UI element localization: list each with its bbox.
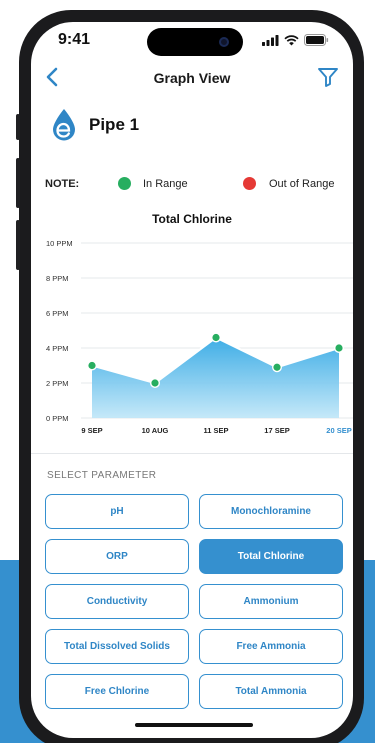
pipe-title: Pipe 1 (89, 115, 140, 134)
home-indicator[interactable] (135, 723, 253, 727)
water-drop-logo-icon (53, 109, 75, 141)
battery-icon (304, 34, 329, 46)
param-button-ammonium[interactable]: Ammonium (199, 584, 343, 619)
signal-icon (262, 34, 279, 46)
wifi-icon (284, 34, 299, 45)
phone-volume-down (16, 220, 20, 270)
pipe-header: Pipe 1 (51, 108, 139, 142)
dynamic-island (147, 28, 243, 56)
status-time: 9:41 (58, 31, 91, 48)
x-tick-label: 9 SEP (81, 426, 102, 435)
param-button-total-chlorine[interactable]: Total Chlorine (199, 539, 343, 574)
y-tick-label: 8 PPM (46, 274, 69, 283)
param-button-conductivity[interactable]: Conductivity (45, 584, 189, 619)
total-chlorine-chart: 0 PPM 2 PPM 4 PPM 6 PPM 8 PPM 10 PPM 9 SEP 10 A… (46, 239, 353, 435)
x-tick-label: 11 SEP (203, 426, 228, 435)
param-button-ph[interactable]: pH (45, 494, 189, 529)
status-icons (262, 34, 329, 46)
data-point (88, 361, 96, 370)
param-button-total-dissolved-solids[interactable]: Total Dissolved Solids (45, 629, 189, 664)
y-tick-label: 2 PPM (46, 379, 69, 388)
area-fill (92, 337, 339, 418)
phone-mute-switch (16, 114, 20, 140)
y-tick-label: 10 PPM (46, 239, 73, 248)
front-camera (219, 37, 229, 47)
param-button-free-chlorine[interactable]: Free Chlorine (45, 674, 189, 709)
filter-icon[interactable] (317, 66, 339, 88)
y-tick-label: 6 PPM (46, 309, 69, 318)
x-tick-label: 10 AUG (142, 426, 169, 435)
chart-title: Total Chlorine (152, 212, 232, 226)
legend-out-of-range-label: Out of Range (269, 178, 335, 190)
note-label: NOTE: (45, 178, 80, 190)
param-button-free-ammonia[interactable]: Free Ammonia (199, 629, 343, 664)
y-tick-label: 0 PPM (46, 414, 69, 423)
section-divider (31, 453, 353, 454)
phone-volume-up (16, 158, 20, 208)
data-point (335, 344, 343, 352)
x-tick-label: 17 SEP (264, 426, 289, 435)
parameter-grid: pH Monochloramine ORP Total Chlorine Con… (45, 494, 345, 709)
data-point (212, 333, 220, 342)
param-button-total-ammonia[interactable]: Total Ammonia (199, 674, 343, 709)
x-tick-label: 20 SEP (326, 426, 351, 435)
param-button-orp[interactable]: ORP (45, 539, 189, 574)
data-point (273, 363, 281, 371)
out-of-range-dot (243, 177, 256, 190)
in-range-dot (118, 177, 131, 190)
legend: NOTE: In Range Out of Range (45, 177, 345, 193)
data-point (151, 379, 159, 387)
legend-in-range-label: In Range (143, 178, 188, 190)
select-parameter-label: SELECT PARAMETER (47, 470, 157, 481)
param-button-monochloramine[interactable]: Monochloramine (199, 494, 343, 529)
nav-header: Graph View (31, 62, 353, 98)
y-tick-label: 4 PPM (46, 344, 69, 353)
page-title: Graph View (153, 70, 231, 86)
phone-screen: 9:41 Graph View Pipe 1 NOTE: In Range Ou… (31, 22, 353, 738)
